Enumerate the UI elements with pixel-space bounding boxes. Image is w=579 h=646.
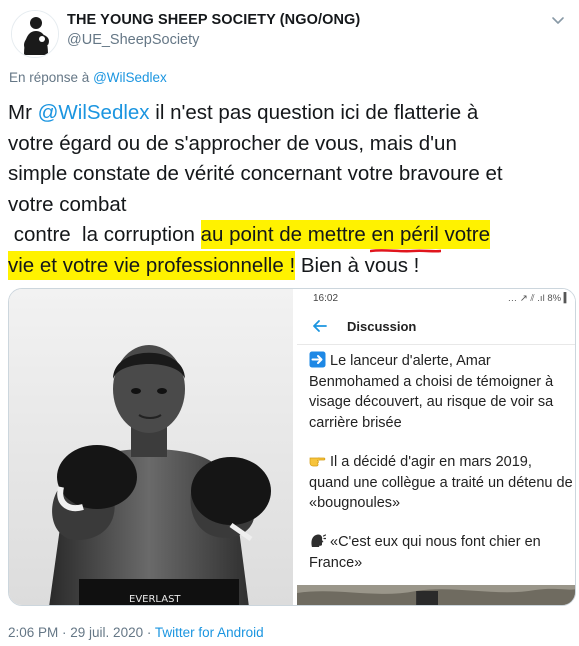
status-time: 16:02 (313, 293, 339, 304)
tweet-text: Mr @WilSedlex il n'est pas question ici … (8, 98, 574, 281)
back-arrow-icon[interactable] (311, 317, 329, 335)
avatar[interactable] (11, 10, 59, 58)
tweet-mention-link[interactable]: @WilSedlex (38, 101, 150, 124)
tweet-line: votre égard ou de s'approcher de vous, m… (8, 131, 457, 155)
red-underline-mark (369, 248, 441, 254)
tweet-header: THE YOUNG SHEEP SOCIETY (NGO/ONG) @UE_Sh… (8, 8, 568, 62)
display-name[interactable]: THE YOUNG SHEEP SOCIETY (NGO/ONG) (67, 12, 360, 28)
tweet-line: votre combat (8, 192, 127, 216)
message-text: «C'est eux qui nous font chier en France… (309, 532, 573, 573)
separator-dot: · (58, 625, 71, 640)
tweet-date[interactable]: 29 juil. 2020 (70, 625, 143, 640)
tweet-text-segment: il n'est pas question ici de flatterie à (149, 101, 479, 124)
tweet-text-segment: au point de mettre (200, 223, 372, 246)
tweet-text-segment: contre la corruption (8, 223, 201, 246)
tweet-text-segment: votre (438, 223, 491, 246)
tweet-line: contre la corruption au point de mettre … (8, 220, 574, 254)
message-text: Le lanceur d'alerte, Amar Benmohamed a c… (309, 351, 573, 433)
tweet-text-segment: Mr (8, 101, 38, 124)
app-bar: Discussion (297, 309, 575, 345)
status-bar: 16:02 … ↗ ⫽ .ıl 8% ▍ (297, 289, 575, 309)
reply-prefix: En réponse à (9, 70, 94, 85)
highlighted-text: au point de mettre en péril votre (200, 220, 491, 254)
message-body: Il a décidé d'agir en mars 2019, quand u… (309, 454, 573, 511)
reply-context: En réponse à @WilSedlex (9, 70, 167, 85)
tweet-line: vie et votre vie professionnelle ! Bien … (8, 250, 574, 282)
app-title: Discussion (347, 319, 417, 334)
status-indicators: … ↗ ⫽ .ıl 8% ▍ (507, 293, 571, 304)
speaking-head-emoji-icon (309, 532, 326, 549)
phone-embedded-photo (297, 585, 575, 605)
tweet-text-segment: Bien à vous ! (295, 253, 420, 277)
message-body: Le lanceur d'alerte, Amar Benmohamed a c… (309, 353, 554, 431)
tweet-text-segment: en péril (371, 223, 439, 246)
tweet-line: simple constate de vérité concernant vot… (8, 162, 503, 185)
pointing-hand-emoji-icon (309, 452, 326, 469)
separator-dot: · (143, 625, 155, 640)
chevron-down-icon[interactable] (548, 10, 568, 30)
tweet-time[interactable]: 2:06 PM (8, 625, 58, 640)
message-body: «C'est eux qui nous font chier en France… (309, 534, 541, 571)
boxer-photo[interactable]: EVERLAST (9, 289, 293, 605)
message-text: Il a décidé d'agir en mars 2019, quand u… (309, 452, 573, 514)
media-container: EVERLAST 16:02 … ↗ ⫽ .ıl 8% ▍ Discussion… (8, 288, 576, 606)
trunks-text: EVERLAST (129, 594, 181, 605)
highlighted-text: vie et votre vie professionnelle ! (8, 250, 296, 280)
underlined-phrase: en péril (369, 220, 441, 254)
tweet-metadata: 2:06 PM · 29 juil. 2020 · Twitter for An… (8, 625, 264, 640)
reply-mention-link[interactable]: @WilSedlex (93, 70, 167, 85)
right-arrow-emoji-icon (309, 351, 326, 368)
phone-screenshot[interactable]: 16:02 … ↗ ⫽ .ıl 8% ▍ Discussion Le lance… (295, 289, 575, 605)
tweet-source-link[interactable]: Twitter for Android (155, 625, 264, 640)
user-handle[interactable]: @UE_SheepSociety (67, 32, 199, 48)
tweet-line: Mr @WilSedlex il n'est pas question ici … (8, 98, 574, 129)
